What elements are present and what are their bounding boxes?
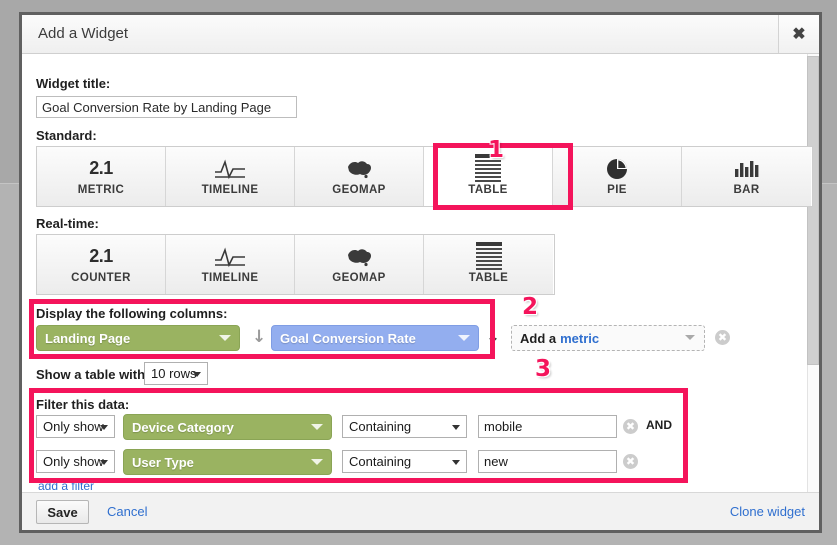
pie-chart-icon <box>605 158 629 180</box>
filter-operator-value-1: Containing <box>349 419 412 434</box>
dimension-pill-label: Landing Page <box>45 330 131 346</box>
filter-mode-value-1: Only show <box>43 419 104 434</box>
dialog-title: Add a Widget <box>38 25 129 42</box>
remove-circle-icon-add-metric[interactable]: ✖ <box>715 330 730 345</box>
remove-circle-icon-filter-1[interactable]: ✖ <box>623 419 638 434</box>
widget-title-label: Widget title: <box>36 76 111 91</box>
clone-widget-button[interactable]: Clone widget <box>730 504 805 519</box>
realtime-type-geomap-label: GEOMAP <box>332 271 386 284</box>
filter-mode-select-1[interactable]: Only show <box>36 415 115 438</box>
chevron-down-icon <box>100 424 108 430</box>
chevron-down-icon <box>311 424 323 430</box>
remove-circle-icon-filter-2[interactable]: ✖ <box>623 454 638 469</box>
add-metric-prefix: Add a <box>520 330 557 346</box>
filter-conjunction-and: AND <box>646 418 672 432</box>
number-2-1-icon: 2.1 <box>89 246 113 266</box>
filter-operator-value-2: Containing <box>349 454 412 469</box>
widget-type-timeline[interactable]: TIMELINE <box>166 147 295 206</box>
geomap-icon <box>344 246 374 268</box>
filter-field-label-2: User Type <box>132 454 194 470</box>
widget-type-bar-label: BAR <box>733 183 760 196</box>
realtime-type-timeline-label: TIMELINE <box>201 271 259 284</box>
widget-type-metric-label: METRIC <box>77 183 125 196</box>
bar-chart-icon <box>733 158 761 180</box>
widget-type-metric[interactable]: 2.1 METRIC <box>37 147 166 206</box>
add-metric-link: metric <box>560 330 600 346</box>
rows-label: Show a table with <box>36 367 146 382</box>
realtime-type-table[interactable]: TABLE <box>424 235 553 294</box>
chevron-down-icon <box>452 459 460 465</box>
chevron-down-icon <box>219 335 231 341</box>
chevron-down-icon <box>311 459 323 465</box>
widget-type-table-label: TABLE <box>468 183 508 196</box>
chevron-down-icon <box>100 459 108 465</box>
vertical-scrollbar-thumb[interactable] <box>807 56 819 365</box>
filter-operator-select-2[interactable]: Containing <box>342 450 467 473</box>
filter-field-pill-1[interactable]: Device Category <box>123 414 332 440</box>
dialog-footer: Save Cancel Clone widget <box>22 492 819 530</box>
timeline-icon <box>213 246 247 268</box>
realtime-type-counter-label: COUNTER <box>71 271 131 284</box>
chevron-down-icon <box>452 424 460 430</box>
dialog-body: Widget title: Standard: 2.1 METRIC <box>22 54 819 495</box>
table-icon <box>475 241 502 270</box>
filter-value-input-2[interactable] <box>478 450 617 473</box>
sort-arrow-down-icon[interactable]: ↓ <box>252 327 266 347</box>
realtime-type-table-label: TABLE <box>468 271 509 284</box>
columns-label: Display the following columns: <box>36 306 228 321</box>
chevron-down-icon <box>193 371 201 377</box>
add-widget-dialog: Add a Widget ✖ Widget title: Standard: 2… <box>19 12 822 533</box>
metric-pill-label: Goal Conversion Rate <box>280 330 416 346</box>
dialog-titlebar: Add a Widget ✖ <box>22 15 819 54</box>
vertical-scrollbar-track[interactable] <box>807 54 819 495</box>
widget-title-input[interactable] <box>36 96 297 118</box>
number-2-1-icon: 2.1 <box>89 158 113 178</box>
cancel-button[interactable]: Cancel <box>107 504 147 519</box>
realtime-label: Real-time: <box>36 216 99 231</box>
widget-type-bar[interactable]: BAR <box>682 147 811 206</box>
annotation-1: 1 <box>488 137 505 163</box>
rows-count-select[interactable]: 10 rows <box>144 362 208 385</box>
realtime-type-counter[interactable]: 2.1 COUNTER <box>37 235 166 294</box>
widget-type-timeline-label: TIMELINE <box>201 183 259 196</box>
widget-type-pie-label: PIE <box>607 183 627 196</box>
chevron-down-icon <box>685 335 695 340</box>
annotation-3: 3 <box>535 356 552 382</box>
standard-widget-type-strip: 2.1 METRIC TIMELINE GEOMAP TABLE PIE BAR <box>36 146 813 207</box>
filter-operator-select-1[interactable]: Containing <box>342 415 467 438</box>
filters-label: Filter this data: <box>36 397 130 412</box>
rows-count-value: 10 rows <box>151 366 197 381</box>
filter-field-label-1: Device Category <box>132 419 234 435</box>
save-button[interactable]: Save <box>36 500 89 524</box>
standard-label: Standard: <box>36 128 97 143</box>
geomap-icon <box>344 158 374 180</box>
timeline-icon <box>213 158 247 180</box>
filter-value-input-1[interactable] <box>478 415 617 438</box>
close-icon: ✖ <box>792 26 806 43</box>
widget-type-geomap[interactable]: GEOMAP <box>295 147 424 206</box>
realtime-type-timeline[interactable]: TIMELINE <box>166 235 295 294</box>
filter-mode-value-2: Only show <box>43 454 104 469</box>
annotation-2: 2 <box>522 294 539 320</box>
filter-mode-select-2[interactable]: Only show <box>36 450 115 473</box>
sort-arrow-down-icon-metric[interactable]: ↓ <box>486 327 500 347</box>
add-metric-dropdown[interactable]: Add a metric <box>511 325 705 351</box>
realtime-type-geomap[interactable]: GEOMAP <box>295 235 424 294</box>
filter-field-pill-2[interactable]: User Type <box>123 449 332 475</box>
close-button[interactable]: ✖ <box>778 15 819 53</box>
screen: Add a Widget ✖ Widget title: Standard: 2… <box>0 0 837 545</box>
add-filter-link[interactable]: add a filter <box>38 479 94 493</box>
metric-pill-goal-conversion-rate[interactable]: Goal Conversion Rate <box>271 325 479 351</box>
widget-type-pie[interactable]: PIE <box>553 147 682 206</box>
chevron-down-icon <box>458 335 470 341</box>
dimension-pill-landing-page[interactable]: Landing Page <box>36 325 240 351</box>
realtime-widget-type-strip: 2.1 COUNTER TIMELINE GEOMAP TABLE <box>36 234 555 295</box>
widget-type-geomap-label: GEOMAP <box>332 183 386 196</box>
